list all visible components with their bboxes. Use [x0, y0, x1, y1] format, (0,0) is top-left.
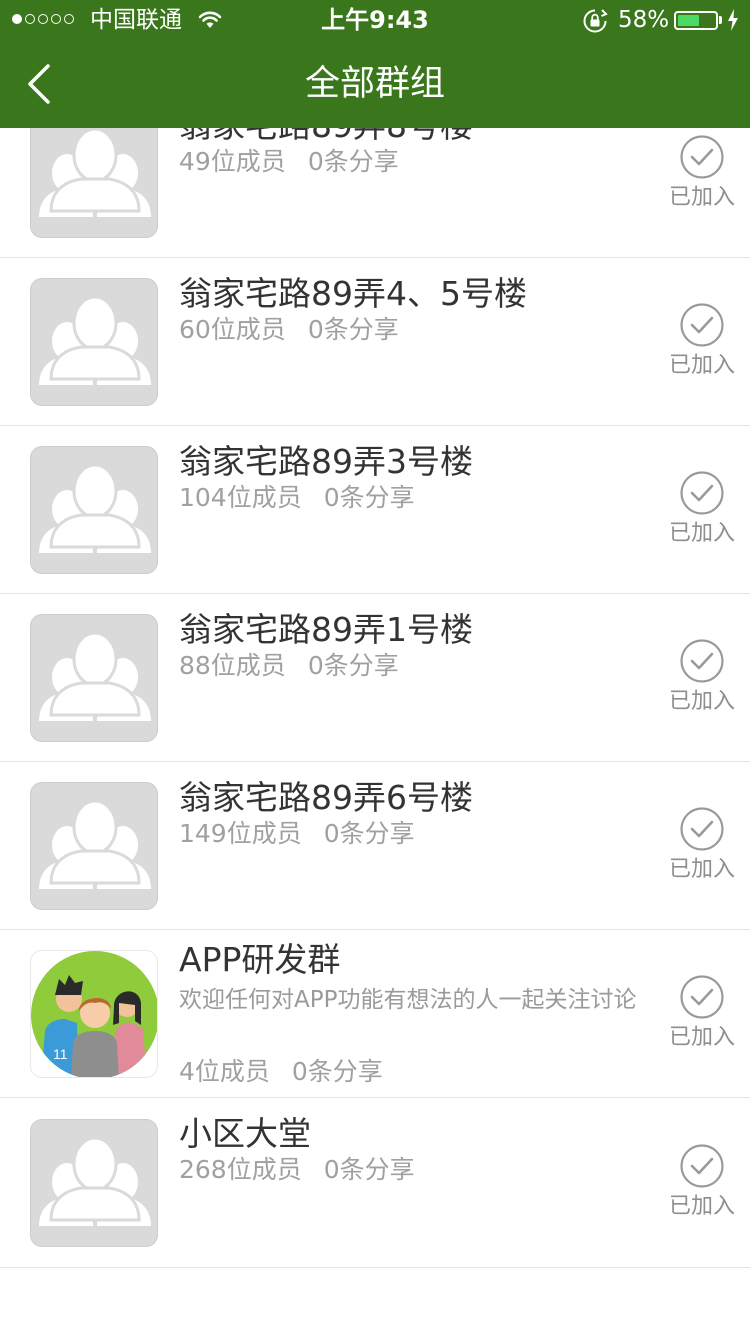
joined-label: 已加入 [668, 1194, 735, 1219]
default-group-avatar [30, 278, 158, 406]
default-group-avatar [30, 446, 158, 574]
checkmark-circle-icon [680, 303, 724, 347]
share-count: 0条分享 [307, 315, 399, 344]
group-row[interactable]: 翁家宅路89弄3号楼 104位成员 0条分享已加入 [0, 426, 750, 594]
group-name: 小区大堂 [179, 1114, 311, 1153]
group-row[interactable]: 翁家宅路89弄8号楼49位成员 0条分享已加入 [0, 128, 750, 258]
group-stats: 268位成员 0条分享 [179, 1154, 415, 1186]
group-photo-avatar: 11 [30, 950, 158, 1078]
group-description: 欢迎任何对APP功能有想法的人一起关注讨论 [179, 987, 637, 1013]
charging-bolt-icon [727, 9, 739, 35]
group-name: APP研发群 [179, 940, 341, 979]
battery-icon [674, 11, 718, 30]
group-stats: 4位成员 0条分享 [179, 1056, 383, 1088]
svg-text:11: 11 [53, 1046, 68, 1062]
joined-status-button[interactable]: 已加入 [668, 638, 736, 716]
member-count: 4位成员 [179, 1057, 270, 1086]
joined-status-button[interactable]: 已加入 [668, 974, 736, 1052]
checkmark-circle-icon [680, 135, 724, 179]
group-name: 翁家宅路89弄8号楼 [179, 128, 473, 146]
default-group-avatar [30, 1119, 158, 1247]
group-stats: 149位成员 0条分享 [179, 818, 415, 850]
checkmark-circle-icon [680, 471, 724, 515]
group-stats: 88位成员 0条分享 [179, 650, 399, 682]
joined-label: 已加入 [668, 521, 735, 546]
joined-label: 已加入 [668, 353, 735, 378]
group-stats: 49位成员 0条分享 [179, 146, 399, 178]
joined-status-button[interactable]: 已加入 [668, 470, 736, 548]
group-stats: 104位成员 0条分享 [179, 482, 415, 514]
page-title: 全部群组 [304, 64, 445, 104]
share-count: 0条分享 [323, 483, 415, 512]
group-row[interactable]: 翁家宅路89弄1号楼 88位成员 0条分享已加入 [0, 594, 750, 762]
rotation-lock-icon [582, 8, 608, 38]
joined-label: 已加入 [668, 857, 735, 882]
group-row[interactable]: 翁家宅路89弄4、5号楼 60位成员 0条分享已加入 [0, 258, 750, 426]
checkmark-circle-icon [680, 1144, 724, 1188]
joined-label: 已加入 [668, 689, 735, 714]
member-count: 49位成员 [179, 147, 286, 176]
joined-label: 已加入 [668, 1025, 735, 1050]
share-count: 0条分享 [307, 147, 399, 176]
group-name: 翁家宅路89弄1号楼 [179, 610, 473, 649]
joined-status-button[interactable]: 已加入 [668, 1143, 736, 1221]
member-count: 88位成员 [179, 651, 286, 680]
joined-status-button[interactable]: 已加入 [668, 302, 736, 380]
battery-percent: 58% [618, 7, 670, 33]
default-group-avatar [30, 782, 158, 910]
joined-label: 已加入 [668, 185, 735, 210]
share-count: 0条分享 [323, 1155, 415, 1184]
battery-level [678, 15, 699, 26]
group-row[interactable]: 小区大堂 268位成员 0条分享已加入 [0, 1098, 750, 1268]
group-name: 翁家宅路89弄4、5号楼 [179, 274, 527, 313]
share-count: 0条分享 [291, 1057, 383, 1086]
default-group-avatar [30, 614, 158, 742]
status-bar: 中国联通 上午9:43 58% [0, 0, 750, 40]
group-list[interactable]: 翁家宅路89弄8号楼49位成员0条分享已加入翁家宅路89弄4、5号楼60位成员0… [0, 128, 750, 1334]
group-name: 翁家宅路89弄3号楼 [179, 442, 473, 481]
member-count: 149位成员 [179, 819, 302, 848]
member-count: 104位成员 [179, 483, 302, 512]
share-count: 0条分享 [323, 819, 415, 848]
default-group-avatar [30, 128, 158, 238]
share-count: 0条分享 [307, 651, 399, 680]
checkmark-circle-icon [680, 639, 724, 683]
joined-status-button[interactable]: 已加入 [668, 806, 736, 884]
navigation-bar: 全部群组 [0, 40, 750, 128]
checkmark-circle-icon [680, 807, 724, 851]
member-count: 60位成员 [179, 315, 286, 344]
group-row[interactable]: 翁家宅路89弄6号楼 149位成员 0条分享已加入 [0, 762, 750, 930]
group-name: 翁家宅路89弄6号楼 [179, 778, 473, 817]
group-stats: 60位成员 0条分享 [179, 314, 399, 346]
battery-tip [719, 16, 722, 24]
group-row[interactable]: 11 APP研发群欢迎任何对APP功能有想法的人一起关注讨论 4位成员 0条分享 已加入 [0, 930, 750, 1098]
joined-status-button[interactable]: 已加入 [668, 134, 736, 212]
member-count: 268位成员 [179, 1155, 302, 1184]
checkmark-circle-icon [680, 975, 724, 1019]
